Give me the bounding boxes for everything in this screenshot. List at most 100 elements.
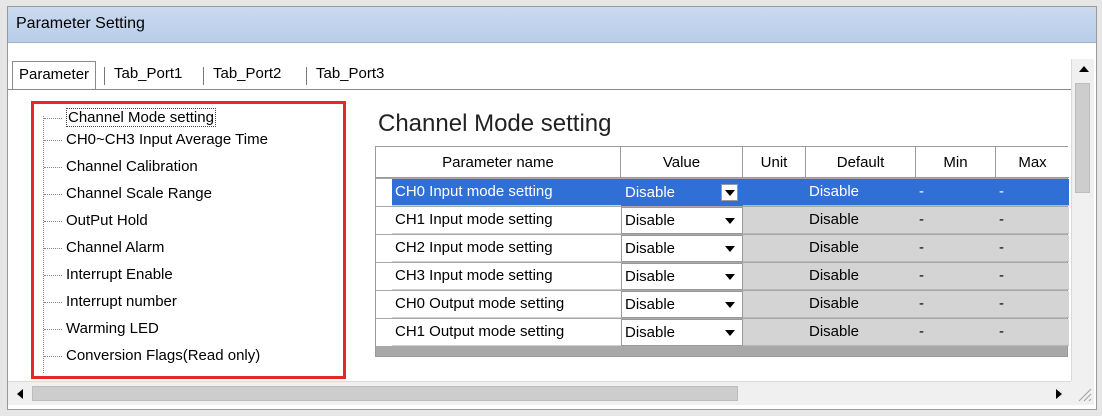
tree-item-label: Channel Alarm bbox=[66, 239, 165, 256]
chevron-down-icon[interactable] bbox=[721, 240, 738, 257]
select-value: Disable bbox=[625, 268, 676, 285]
tab-strip: Parameter Tab_Port1 Tab_Port2 Tab_Port3 bbox=[8, 43, 1071, 93]
tree-item-interrupt-number[interactable]: Interrupt number bbox=[44, 291, 177, 313]
tab-separator bbox=[306, 67, 307, 85]
table-row[interactable]: CH1 Input mode setting Disable Disable -… bbox=[376, 207, 1069, 234]
cell-parameter-name: CH3 Input mode setting bbox=[392, 263, 621, 290]
cell-default: Disable bbox=[809, 267, 860, 284]
resize-grip-icon[interactable] bbox=[1071, 381, 1094, 405]
row-gutter bbox=[376, 319, 392, 346]
chevron-down-icon[interactable] bbox=[721, 296, 738, 313]
cell-default: Disable bbox=[809, 323, 860, 340]
tree-item-conversion-flags[interactable]: Conversion Flags(Read only) bbox=[44, 345, 260, 367]
cell-max: - bbox=[999, 183, 1004, 200]
value-select[interactable]: Disable bbox=[621, 179, 743, 206]
tab-port3[interactable]: Tab_Port3 bbox=[310, 61, 390, 89]
cell-default: Disable bbox=[809, 239, 860, 256]
row-gutter bbox=[376, 263, 392, 290]
tree-item-channel-mode-setting[interactable]: Channel Mode setting bbox=[44, 107, 216, 129]
tab-baseline bbox=[8, 89, 1071, 90]
tree-item-label: CH0~CH3 Input Average Time bbox=[66, 131, 268, 148]
horizontal-scrollbar[interactable] bbox=[8, 381, 1071, 405]
value-select[interactable]: Disable bbox=[621, 207, 743, 234]
cell-max: - bbox=[999, 323, 1004, 340]
tree-item-output-hold[interactable]: OutPut Hold bbox=[44, 210, 148, 232]
tree-item-warming-led[interactable]: Warming LED bbox=[44, 318, 159, 340]
arrow-up-icon[interactable] bbox=[1073, 59, 1094, 79]
cell-max: - bbox=[999, 239, 1004, 256]
cell-min: - bbox=[919, 183, 924, 200]
column-header-value[interactable]: Value bbox=[621, 147, 743, 178]
cell-min: - bbox=[919, 323, 924, 340]
horizontal-scroll-thumb[interactable] bbox=[32, 386, 738, 401]
column-header-unit[interactable]: Unit bbox=[743, 147, 806, 178]
value-select[interactable]: Disable bbox=[621, 291, 743, 318]
tab-port1[interactable]: Tab_Port1 bbox=[108, 61, 188, 89]
select-value: Disable bbox=[625, 296, 676, 313]
column-header-max[interactable]: Max bbox=[996, 147, 1069, 178]
column-header-default[interactable]: Default bbox=[806, 147, 916, 178]
cell-min: - bbox=[919, 267, 924, 284]
window-title: Parameter Setting bbox=[16, 15, 145, 32]
tab-port2[interactable]: Tab_Port2 bbox=[207, 61, 287, 89]
select-value: Disable bbox=[625, 240, 676, 257]
parameter-tree: Channel Mode setting CH0~CH3 Input Avera… bbox=[31, 101, 346, 379]
tree-item-interrupt-enable[interactable]: Interrupt Enable bbox=[44, 264, 173, 286]
table-row[interactable]: CH0 Output mode setting Disable Disable … bbox=[376, 291, 1069, 318]
row-gutter bbox=[376, 235, 392, 262]
cell-min: - bbox=[919, 295, 924, 312]
select-value: Disable bbox=[625, 324, 676, 341]
tree-item-label: Interrupt Enable bbox=[66, 266, 173, 283]
column-header-min[interactable]: Min bbox=[916, 147, 996, 178]
cell-parameter-name: CH0 Output mode setting bbox=[392, 291, 621, 318]
tree-item-label: Interrupt number bbox=[66, 293, 177, 310]
chevron-down-icon[interactable] bbox=[721, 212, 738, 229]
arrow-left-icon[interactable] bbox=[9, 384, 30, 404]
cell-max: - bbox=[999, 267, 1004, 284]
tree-item-channel-scale-range[interactable]: Channel Scale Range bbox=[44, 183, 212, 205]
cell-min: - bbox=[919, 211, 924, 228]
table-row[interactable]: CH1 Output mode setting Disable Disable … bbox=[376, 319, 1069, 346]
tree-item-channel-calibration[interactable]: Channel Calibration bbox=[44, 156, 198, 178]
value-select[interactable]: Disable bbox=[621, 235, 743, 262]
cell-default: Disable bbox=[809, 295, 860, 312]
cell-default: Disable bbox=[809, 183, 860, 200]
tree-item-label: Warming LED bbox=[66, 320, 159, 337]
parameter-setting-window: Parameter Setting Parameter Tab_Port1 Ta… bbox=[7, 6, 1097, 410]
select-value: Disable bbox=[625, 184, 676, 201]
tree-item-input-average-time[interactable]: CH0~CH3 Input Average Time bbox=[44, 129, 268, 151]
column-header-parameter-name[interactable]: Parameter name bbox=[376, 147, 621, 178]
tree-item-label: Channel Calibration bbox=[66, 158, 198, 175]
cell-parameter-name: CH2 Input mode setting bbox=[392, 235, 621, 262]
pane-title: Channel Mode setting bbox=[378, 110, 612, 137]
tab-separator bbox=[203, 67, 204, 85]
parameter-grid: Parameter name Value Unit Default Min Ma… bbox=[375, 146, 1069, 357]
chevron-down-icon[interactable] bbox=[721, 324, 738, 341]
cell-parameter-name: CH1 Input mode setting bbox=[392, 207, 621, 234]
tree-item-label: OutPut Hold bbox=[66, 212, 148, 229]
value-select[interactable]: Disable bbox=[621, 263, 743, 290]
cell-default: Disable bbox=[809, 211, 860, 228]
table-row[interactable]: CH0 Input mode setting Disable Disable -… bbox=[376, 179, 1069, 206]
window-titlebar: Parameter Setting bbox=[8, 7, 1096, 43]
cell-max: - bbox=[999, 295, 1004, 312]
value-select[interactable]: Disable bbox=[621, 319, 743, 346]
table-row[interactable]: CH2 Input mode setting Disable Disable -… bbox=[376, 235, 1069, 262]
row-gutter bbox=[376, 207, 392, 234]
tab-separator bbox=[104, 67, 105, 85]
tree-item-channel-alarm[interactable]: Channel Alarm bbox=[44, 237, 164, 259]
select-value: Disable bbox=[625, 212, 676, 229]
row-gutter bbox=[376, 179, 392, 206]
tab-parameter[interactable]: Parameter bbox=[12, 61, 97, 89]
cell-max: - bbox=[999, 211, 1004, 228]
arrow-right-icon[interactable] bbox=[1048, 384, 1069, 404]
chevron-down-icon[interactable] bbox=[721, 184, 738, 201]
cell-parameter-name: CH1 Output mode setting bbox=[392, 319, 621, 346]
vertical-scroll-thumb[interactable] bbox=[1075, 83, 1090, 193]
tree-item-label: Channel Scale Range bbox=[66, 185, 212, 202]
tree-item-label: Conversion Flags(Read only) bbox=[66, 347, 261, 364]
chevron-down-icon[interactable] bbox=[721, 268, 738, 285]
tree-item-label: Channel Mode setting bbox=[66, 108, 216, 127]
table-row[interactable]: CH3 Input mode setting Disable Disable -… bbox=[376, 263, 1069, 290]
vertical-scrollbar[interactable] bbox=[1071, 59, 1094, 399]
